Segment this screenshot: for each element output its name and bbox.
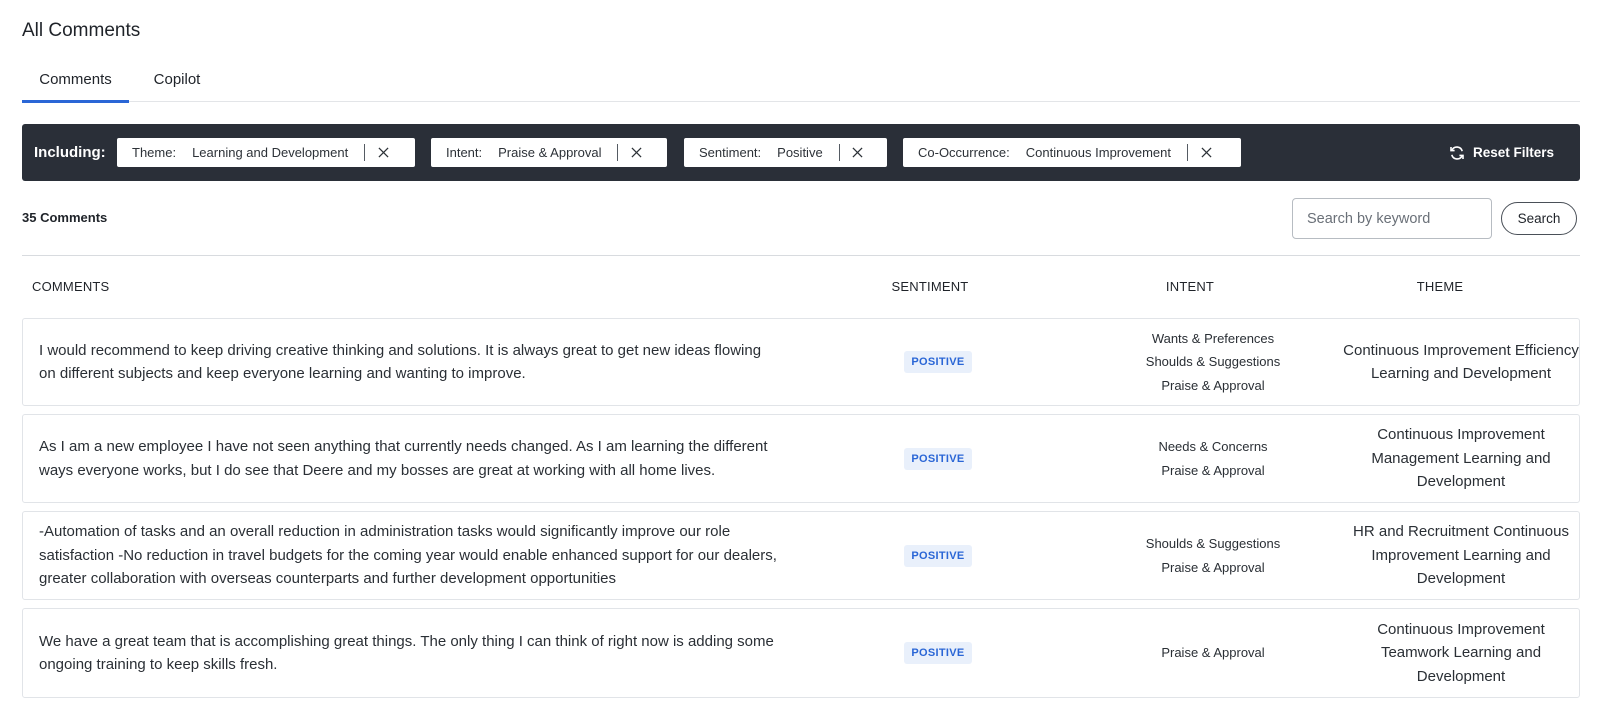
tab-bar: Comments Copilot [22, 60, 1580, 103]
theme-cell: HR and Recruitment Continuous Improvemen… [1353, 523, 1569, 588]
sentiment-badge: POSITIVE [904, 447, 972, 470]
divider [22, 255, 1580, 256]
sentiment-badge: POSITIVE [904, 642, 972, 664]
intent-cell: Wants & Preferences Shoulds & Suggestion… [1118, 319, 1308, 405]
table-row[interactable]: We have a great team that is accomplishi… [22, 608, 1580, 698]
intent-label: Praise & Approval [1161, 462, 1265, 478]
filter-chip-theme: Theme: Learning and Development [117, 138, 415, 167]
comment-text: -Automation of tasks and an overall redu… [39, 523, 777, 588]
intent-cell: Needs & Concerns Praise & Approval [1118, 415, 1308, 502]
table-row[interactable]: I would recommend to keep driving creati… [22, 318, 1580, 406]
page-title: All Comments [22, 20, 141, 41]
including-label: Including: [34, 144, 106, 161]
intent-label: Wants & Preferences [1151, 330, 1275, 346]
sentiment-badge: POSITIVE [904, 351, 972, 373]
close-icon[interactable] [618, 138, 654, 167]
theme-cell: Continuous Improvement Management Learni… [1371, 426, 1551, 491]
sentiment-badge: POSITIVE [904, 544, 972, 567]
close-icon[interactable] [365, 138, 401, 167]
intent-label: Shoulds & Suggestions [1145, 354, 1281, 370]
sentiment-cell: POSITIVE [898, 512, 978, 599]
theme-cell: Continuous Improvement Teamwork Learning… [1377, 620, 1545, 685]
tab-comments[interactable]: Comments [22, 60, 129, 103]
chip-value: Praise & Approval [498, 145, 602, 160]
comment-text: As I am a new employee I have not seen a… [39, 438, 768, 479]
chip-key: Sentiment: [699, 145, 762, 160]
chip-key: Intent: [446, 145, 483, 160]
table-row[interactable]: -Automation of tasks and an overall redu… [22, 511, 1580, 600]
column-header-theme: THEME [1416, 279, 1464, 294]
chip-key: Theme: [132, 145, 177, 160]
refresh-icon [1450, 145, 1464, 160]
reset-filters-label: Reset Filters [1472, 145, 1554, 160]
comment-text: I would recommend to keep driving creati… [39, 341, 762, 383]
intent-label: Shoulds & Suggestions [1145, 536, 1281, 551]
reset-filters-button[interactable]: Reset Filters [1449, 124, 1554, 181]
sentiment-cell: POSITIVE [898, 415, 978, 502]
intent-label: Praise & Approval [1161, 645, 1265, 661]
filter-chip-sentiment: Sentiment: Positive [684, 138, 887, 167]
search-button[interactable]: Search [1501, 202, 1577, 235]
comment-count: 35 Comments [22, 210, 108, 225]
column-header-intent: INTENT [1165, 279, 1215, 294]
filter-bar: Including: Theme: Learning and Developme… [22, 124, 1580, 181]
column-header-comments: COMMENTS [32, 279, 110, 294]
theme-cell: Continuous Improvement Efficiency Learni… [1343, 341, 1579, 383]
sentiment-cell: POSITIVE [898, 609, 978, 697]
close-icon[interactable] [1188, 138, 1224, 167]
chip-value: Positive [777, 145, 823, 160]
chip-value: Continuous Improvement [1025, 145, 1171, 160]
chip-key: Co-Occurrence: [918, 145, 1010, 160]
intent-cell: Shoulds & Suggestions Praise & Approval [1118, 512, 1308, 599]
table-row[interactable]: As I am a new employee I have not seen a… [22, 414, 1580, 503]
intent-label: Needs & Concerns [1158, 439, 1268, 454]
sentiment-cell: POSITIVE [898, 319, 978, 405]
search-input[interactable] [1292, 198, 1492, 239]
close-icon[interactable] [840, 138, 876, 167]
filter-chip-intent: Intent: Praise & Approval [431, 138, 667, 167]
filter-chip-co-occurrence: Co-Occurrence: Continuous Improvement [903, 138, 1241, 167]
chip-value: Learning and Development [192, 145, 349, 160]
intent-cell: Praise & Approval [1118, 609, 1308, 697]
column-header-sentiment: SENTIMENT [891, 279, 969, 294]
intent-label: Praise & Approval [1161, 559, 1265, 575]
intent-label: Praise & Approval [1161, 377, 1265, 393]
tab-copilot[interactable]: Copilot [144, 60, 210, 102]
comment-text: We have a great team that is accomplishi… [39, 632, 774, 674]
